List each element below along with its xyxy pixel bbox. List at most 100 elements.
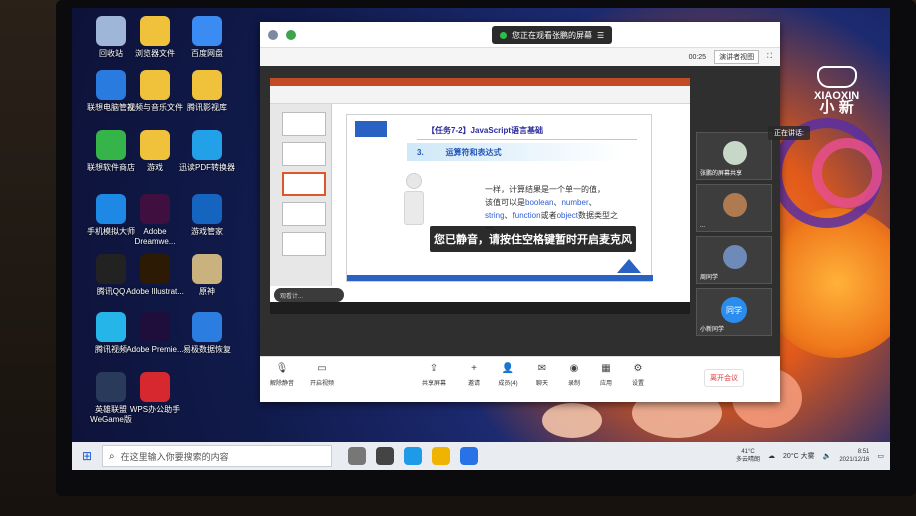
camera-off-button[interactable]: ▭ 开启视频 bbox=[304, 363, 340, 387]
browser-file-icon bbox=[140, 16, 170, 46]
share-screen-icon: ⇪ bbox=[429, 363, 439, 374]
chat-icon: ✉ bbox=[537, 363, 547, 374]
avatar: 同学 bbox=[721, 297, 747, 323]
lenovo-manager-icon bbox=[96, 70, 126, 100]
volume-icon[interactable]: 🔈 bbox=[823, 452, 832, 460]
mic-muted-button[interactable]: 🎙 解除静音 bbox=[264, 363, 300, 387]
recycle-bin-icon bbox=[96, 16, 126, 46]
premiere-icon bbox=[140, 312, 170, 342]
taskbar-search[interactable]: ⌕ 在这里输入你要搜索的内容 bbox=[102, 445, 332, 467]
clock[interactable]: 8:51 2021/12/16 bbox=[839, 448, 869, 464]
slide-title: 【任务7-2】JavaScript语言基础 bbox=[427, 126, 544, 135]
view-options-icon[interactable]: ☰ bbox=[597, 31, 604, 40]
apps-button[interactable]: ▦ 应用 bbox=[588, 363, 624, 387]
slide-header-badge bbox=[355, 121, 387, 137]
slide-thumbnail[interactable] bbox=[282, 232, 326, 256]
screen-share-banner[interactable]: 您正在观看张鹏的屏幕 ☰ bbox=[492, 26, 613, 44]
slide-thumbnails bbox=[270, 104, 332, 286]
wps-icon bbox=[140, 372, 170, 402]
search-icon: ⌕ bbox=[109, 450, 115, 462]
task-view-icon[interactable] bbox=[376, 447, 394, 465]
participant-tile[interactable]: 张鹏的屏幕共享 bbox=[696, 132, 772, 180]
phone-emulator-icon bbox=[96, 194, 126, 224]
record-icon: ◉ bbox=[569, 363, 579, 374]
explorer-taskbar-icon[interactable] bbox=[432, 447, 450, 465]
slide-thumbnail[interactable] bbox=[282, 202, 326, 226]
desktop-shortcut[interactable]: 易极数据恢复 bbox=[176, 312, 238, 355]
record-button[interactable]: ◉ 录制 bbox=[556, 363, 592, 387]
members-button[interactable]: 👤 成员(4) bbox=[490, 363, 526, 387]
wallpaper-sun bbox=[762, 208, 890, 358]
chat-button[interactable]: ✉ 聊天 bbox=[524, 363, 560, 387]
control-label: 录制 bbox=[567, 381, 580, 387]
slide-corner-decoration bbox=[617, 259, 641, 273]
avatar bbox=[723, 193, 747, 217]
shared-taskbar bbox=[270, 302, 690, 314]
baidu-netdisk-icon bbox=[192, 16, 222, 46]
desktop-shortcut-label: 原神 bbox=[199, 287, 215, 296]
cortana-icon[interactable] bbox=[348, 447, 366, 465]
layout-button[interactable]: 演讲者视图 bbox=[714, 50, 760, 64]
slide-thumbnail[interactable] bbox=[282, 142, 326, 166]
notification-icon[interactable]: ▭ bbox=[877, 452, 884, 460]
genshin-icon bbox=[192, 254, 222, 284]
tray-weather[interactable]: 20°C 大雾 bbox=[783, 451, 815, 461]
avatar bbox=[723, 141, 747, 165]
ppt-ribbon bbox=[270, 78, 690, 104]
info-icon[interactable] bbox=[268, 29, 278, 40]
participant-tile[interactable]: ... bbox=[696, 184, 772, 232]
control-label: 解除静音 bbox=[269, 381, 294, 387]
invite-button[interactable]: + 邀请 bbox=[456, 363, 492, 387]
desktop-shortcut[interactable]: 游戏管家 bbox=[176, 194, 238, 237]
participant-tile[interactable]: 同学 小新同学 bbox=[696, 288, 772, 336]
desktop-shortcut[interactable]: WPS办公助手 bbox=[124, 372, 186, 415]
control-label: 开启视频 bbox=[309, 381, 334, 387]
settings-button[interactable]: ⚙ 设置 bbox=[620, 363, 656, 387]
shared-presentation: 【任务7-2】JavaScript语言基础 3. 运算符和表达式 一样，计算结果是… bbox=[270, 78, 690, 314]
participant-tile[interactable]: 周同学 bbox=[696, 236, 772, 284]
cat-logo-icon bbox=[816, 66, 857, 88]
leave-meeting-button[interactable]: 离开会议 bbox=[704, 369, 744, 387]
control-label: 设置 bbox=[631, 381, 644, 387]
illustrator-icon bbox=[140, 254, 170, 284]
windows-start-icon[interactable]: ⊞ bbox=[72, 442, 102, 470]
presenter-figure bbox=[397, 173, 431, 251]
slide-section: 3. 运算符和表达式 bbox=[417, 148, 502, 157]
games-folder-icon bbox=[140, 130, 170, 160]
taskbar: ⊞ ⌕ 在这里输入你要搜索的内容 41°C 多云晴朗 ☁ 20°C 大雾 🔈 8… bbox=[72, 442, 890, 470]
meeting-taskbar-icon[interactable] bbox=[460, 447, 478, 465]
control-label: 应用 bbox=[599, 381, 612, 387]
desktop-shortcut[interactable]: 百度网盘 bbox=[176, 16, 238, 59]
fullscreen-icon[interactable]: ⛶ bbox=[767, 53, 772, 61]
settings-icon: ⚙ bbox=[633, 363, 643, 374]
desktop-shortcut-label: 百度网盘 bbox=[191, 49, 223, 58]
game-manager-icon bbox=[192, 194, 222, 224]
system-tray: 41°C 多云晴朗 ☁ 20°C 大雾 🔈 8:51 2021/12/16 ▭ bbox=[736, 442, 884, 470]
slide-footer-bar bbox=[347, 275, 653, 281]
tencent-video-lib-icon bbox=[192, 70, 222, 100]
desktop-shortcut[interactable]: 腾讯影视库 bbox=[176, 70, 238, 113]
tencent-video-icon bbox=[96, 312, 126, 342]
desktop-shortcut[interactable]: 迅读PDF转换器 bbox=[176, 130, 238, 173]
control-label: 邀请 bbox=[467, 381, 480, 387]
participant-list: 张鹏的屏幕共享... 周同学 同学 小新同学 bbox=[696, 132, 772, 340]
desktop-shortcut[interactable]: 原神 bbox=[176, 254, 238, 297]
shield-icon[interactable] bbox=[286, 29, 296, 40]
camera-off-icon: ▭ bbox=[317, 363, 327, 374]
share-screen-button[interactable]: ⇪ 共享屏幕 bbox=[416, 363, 452, 387]
slide-thumbnail[interactable] bbox=[282, 112, 326, 136]
control-label: 成员(4) bbox=[498, 381, 518, 387]
meeting-window: 您正在观看张鹏的屏幕 ☰ 00:25 演讲者视图 ⛶ 【任务7-2】JavaSc… bbox=[260, 22, 780, 402]
weather-widget[interactable]: 41°C 多云晴朗 bbox=[736, 448, 760, 464]
speaking-indicator: 正在讲话: bbox=[768, 126, 810, 140]
participant-name: ... bbox=[700, 223, 706, 229]
slide-thumbnail-selected[interactable] bbox=[282, 172, 326, 196]
desktop-shortcut-label: 游戏管家 bbox=[191, 227, 223, 236]
media-folder-icon bbox=[140, 70, 170, 100]
wallpaper-cloud bbox=[542, 403, 602, 438]
xiaoxin-logo: XIAOXIN 小 新 bbox=[814, 66, 859, 115]
slide-divider bbox=[417, 139, 637, 140]
share-status-icon bbox=[500, 31, 507, 39]
browser-taskbar-icon[interactable] bbox=[404, 447, 422, 465]
data-recovery-icon bbox=[192, 312, 222, 342]
